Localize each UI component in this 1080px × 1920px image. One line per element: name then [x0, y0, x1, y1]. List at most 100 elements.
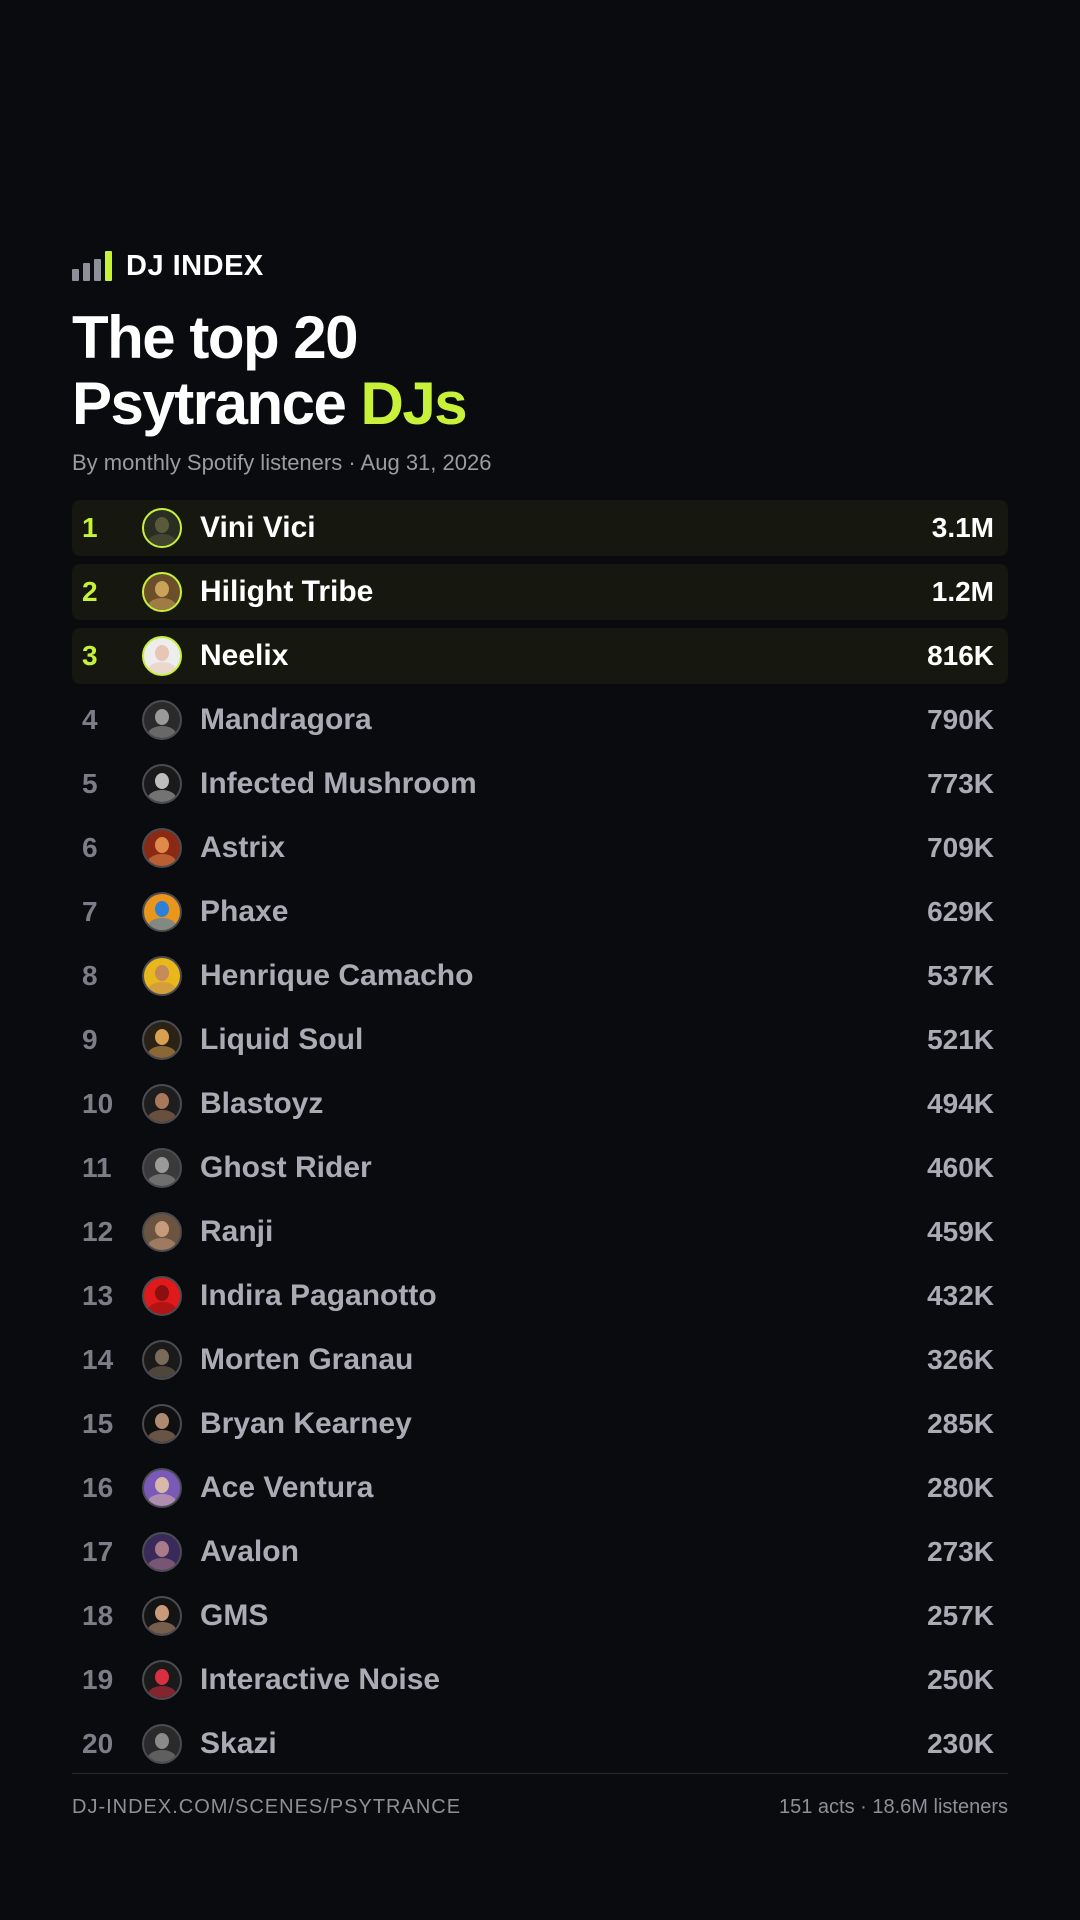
avatar [142, 1404, 182, 1444]
page-subtitle: By monthly Spotify listeners · Aug 31, 2… [72, 450, 492, 475]
rank-number: 1 [82, 512, 98, 543]
dj-name: Infected Mushroom [200, 767, 477, 800]
rank-number: 14 [82, 1344, 114, 1375]
dj-name: Avalon [200, 1535, 299, 1568]
ranking-row[interactable]: 1 Vini Vici 3.1M [72, 500, 1008, 556]
ranking-row[interactable]: 14 Morten Granau 326K [72, 1332, 1008, 1388]
page-title: The top 20 Psytrance DJs [72, 304, 468, 437]
listener-count: 285K [927, 1408, 994, 1439]
ranking-row[interactable]: 16 Ace Ventura 280K [72, 1460, 1008, 1516]
ranking-row[interactable]: 6 Astrix 709K [72, 820, 1008, 876]
rank-number: 2 [82, 576, 98, 607]
listener-count: 230K [927, 1728, 994, 1759]
ranking-row[interactable]: 17 Avalon 273K [72, 1524, 1008, 1580]
avatar [142, 1340, 182, 1380]
listener-count: 250K [927, 1664, 994, 1695]
avatar [142, 1596, 182, 1636]
rank-number: 11 [82, 1152, 112, 1183]
avatar [142, 1084, 182, 1124]
dj-name: Vini Vici [200, 511, 316, 544]
rank-number: 4 [82, 704, 98, 735]
listener-count: 3.1M [931, 512, 994, 543]
ranking-row[interactable]: 2 Hilight Tribe 1.2M [72, 564, 1008, 620]
dj-name: Astrix [200, 831, 286, 864]
rank-number: 18 [82, 1600, 114, 1631]
ranking-row[interactable]: 15 Bryan Kearney 285K [72, 1396, 1008, 1452]
brand-name: DJ INDEX [126, 249, 264, 282]
title-line-1: The top 20 [72, 304, 359, 371]
rank-number: 15 [82, 1408, 114, 1439]
avatar [142, 572, 182, 612]
listener-count: 816K [927, 640, 994, 671]
ranking-row[interactable]: 7 Phaxe 629K [72, 884, 1008, 940]
bar-chart-icon [72, 251, 112, 281]
dj-name: Phaxe [200, 895, 289, 928]
avatar [142, 1020, 182, 1060]
ranking-row[interactable]: 13 Indira Paganotto 432K [72, 1268, 1008, 1324]
dj-name: Blastoyz [200, 1087, 324, 1120]
dj-name: Indira Paganotto [200, 1279, 437, 1312]
ranking-list: 1 Vini Vici 3.1M 2 Hilight Tribe 1.2M 3 Neelix 8… [72, 500, 1008, 1780]
listener-count: 494K [927, 1088, 994, 1119]
listener-count: 537K [927, 960, 994, 991]
rank-number: 19 [82, 1664, 114, 1695]
ranking-row[interactable]: 4 Mandragora 790K [72, 692, 1008, 748]
avatar [142, 700, 182, 740]
listener-count: 629K [927, 896, 994, 927]
avatar [142, 1276, 182, 1316]
avatar [142, 828, 182, 868]
avatar [142, 1468, 182, 1508]
listener-count: 257K [927, 1600, 994, 1631]
ranking-row[interactable]: 8 Henrique Camacho 537K [72, 948, 1008, 1004]
footer-url[interactable]: DJ-INDEX.COM/SCENES/PSYTRANCE [72, 1796, 461, 1819]
listener-count: 773K [927, 768, 994, 799]
dj-name: Ranji [200, 1215, 274, 1248]
dj-name: Mandragora [200, 703, 372, 736]
dj-name: Ghost Rider [200, 1151, 372, 1184]
dj-name: Hilight Tribe [200, 575, 374, 608]
rank-number: 5 [82, 768, 98, 799]
rank-number: 7 [82, 896, 98, 927]
listener-count: 432K [927, 1280, 994, 1311]
listener-count: 273K [927, 1536, 994, 1567]
rank-number: 20 [82, 1728, 114, 1759]
ranking-row[interactable]: 11 Ghost Rider 460K [72, 1140, 1008, 1196]
ranking-row[interactable]: 5 Infected Mushroom 773K [72, 756, 1008, 812]
avatar [142, 892, 182, 932]
ranking-row[interactable]: 19 Interactive Noise 250K [72, 1652, 1008, 1708]
listener-count: 326K [927, 1344, 994, 1375]
ranking-row[interactable]: 9 Liquid Soul 521K [72, 1012, 1008, 1068]
rank-number: 13 [82, 1280, 114, 1311]
rank-number: 8 [82, 960, 98, 991]
avatar [142, 508, 182, 548]
avatar [142, 1532, 182, 1572]
avatar [142, 1724, 182, 1764]
listener-count: 521K [927, 1024, 994, 1055]
ranking-row[interactable]: 18 GMS 257K [72, 1588, 1008, 1644]
title-line-2: Psytrance [72, 370, 347, 437]
rank-number: 12 [82, 1216, 114, 1247]
ranking-row[interactable]: 20 Skazi 230K [72, 1716, 1008, 1772]
rank-number: 6 [82, 832, 98, 863]
title-accent: DJs [360, 370, 468, 437]
rank-number: 9 [82, 1024, 98, 1055]
rank-number: 10 [82, 1088, 114, 1119]
ranking-row[interactable]: 12 Ranji 459K [72, 1204, 1008, 1260]
avatar [142, 764, 182, 804]
ranking-row[interactable]: 10 Blastoyz 494K [72, 1076, 1008, 1132]
rank-number: 3 [82, 640, 98, 671]
avatar [142, 636, 182, 676]
ranking-row[interactable]: 3 Neelix 816K [72, 628, 1008, 684]
avatar [142, 1660, 182, 1700]
rank-number: 16 [82, 1472, 114, 1503]
dj-name: Bryan Kearney [200, 1407, 412, 1440]
dj-name: Skazi [200, 1727, 277, 1760]
listener-count: 459K [927, 1216, 994, 1247]
listener-count: 460K [927, 1152, 994, 1183]
listener-count: 1.2M [931, 576, 994, 607]
dj-name: Neelix [200, 639, 289, 672]
avatar [142, 956, 182, 996]
listener-count: 709K [927, 832, 994, 863]
dj-name: GMS [200, 1599, 269, 1632]
dj-name: Liquid Soul [200, 1023, 364, 1056]
